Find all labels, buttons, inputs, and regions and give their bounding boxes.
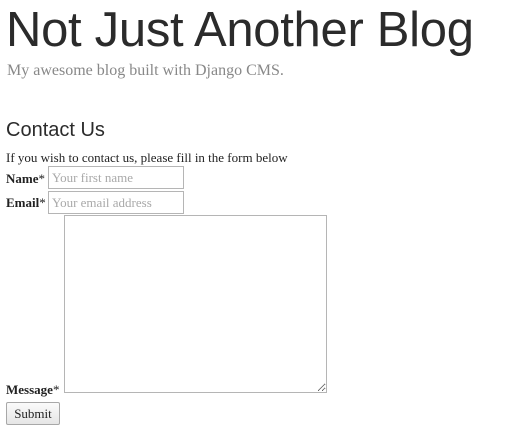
name-input[interactable] [48, 166, 184, 189]
email-required-mark: * [39, 195, 46, 210]
email-input[interactable] [48, 191, 184, 214]
site-tagline: My awesome blog built with Django CMS. [7, 62, 284, 79]
form-intro-text: If you wish to contact us, please fill i… [6, 150, 288, 165]
email-label: Email* [6, 195, 46, 211]
name-label: Name* [6, 171, 45, 187]
message-textarea[interactable] [64, 215, 327, 393]
submit-button[interactable]: Submit [6, 402, 60, 425]
name-required-mark: * [38, 171, 46, 186]
name-label-text: Name [6, 171, 39, 186]
site-title: Not Just Another Blog [6, 3, 474, 57]
page-title: Contact Us [6, 119, 105, 141]
message-required-mark: * [52, 382, 60, 397]
message-label-text: Message [6, 382, 53, 397]
email-label-text: Email [6, 195, 40, 210]
message-label: Message* [6, 382, 59, 398]
